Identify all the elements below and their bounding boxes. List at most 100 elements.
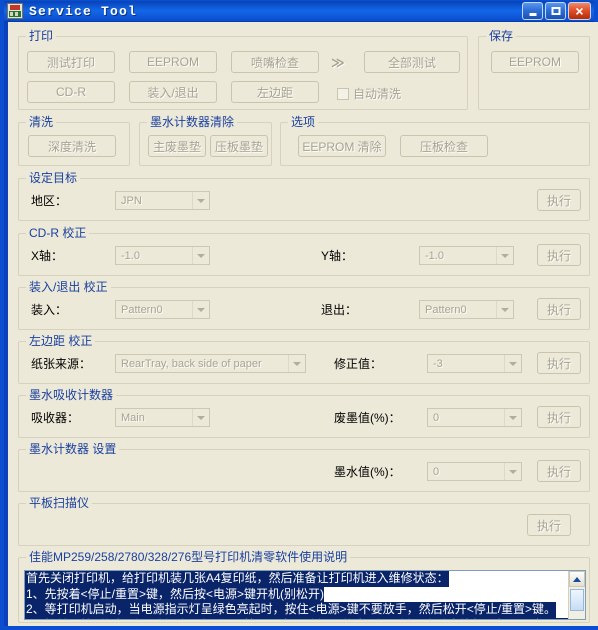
chevron-down-icon <box>504 409 521 426</box>
service-tool-window: Service Tool × 打印 测试打印 EEPROM 喷嘴检查 ≫ 全部测… <box>0 0 598 630</box>
eject-select[interactable]: Pattern0 <box>419 300 514 319</box>
scanner-execute-button[interactable]: 执行 <box>527 514 571 536</box>
set-target-label: 设定目标 <box>26 171 81 185</box>
client-area: 打印 测试打印 EEPROM 喷嘴检查 ≫ 全部测试 CD-R 装入/退出 左边… <box>8 22 598 626</box>
platen-waste-pad-button[interactable]: 压板墨垫 <box>210 135 268 157</box>
title-bar[interactable]: Service Tool × <box>4 0 594 22</box>
load-label: 装入： <box>31 303 68 317</box>
scrollbar-thumb[interactable] <box>570 589 584 611</box>
cdr-x-value: -1.0 <box>121 249 140 262</box>
chevron-down-icon <box>504 355 521 372</box>
flatbed-scanner-group: 平板扫描仪 执行 <box>18 496 590 546</box>
scroll-up-button[interactable] <box>569 571 585 587</box>
close-icon: × <box>575 3 584 19</box>
close-button[interactable]: × <box>568 2 591 20</box>
instructions-group: 佳能MP259/258/2780/328/276型号打印机清零软件使用说明 首先… <box>18 550 590 623</box>
auto-clean-label: 自动清洗 <box>353 87 402 101</box>
load-eject-button[interactable]: 装入/退出 <box>129 81 217 103</box>
save-eeprom-button[interactable]: EEPROM <box>491 51 579 73</box>
cdr-y-select[interactable]: -1.0 <box>419 246 514 265</box>
main-waste-pad-button[interactable]: 主废墨垫 <box>148 135 206 157</box>
cdr-execute-button[interactable]: 执行 <box>537 244 581 266</box>
absorber-label: 吸收器： <box>31 411 80 425</box>
nozzle-check-button[interactable]: 喷嘴检查 <box>231 51 319 73</box>
ink-counter-clear-label: 墨水计数器清除 <box>147 115 238 129</box>
cdr-y-value: -1.0 <box>425 249 444 262</box>
instruction-line: 3、接着再按<停止/重置>键2次，然后同时松开<电源>键和<停止/重置>键，启动… <box>25 617 568 619</box>
instruction-line: 1、先按着<停止/重置>键，然后按<电源>键开机(别松开) <box>25 586 325 602</box>
load-select[interactable]: Pattern0 <box>115 300 210 319</box>
left-margin-calibration-label: 左边距 校正 <box>26 334 96 348</box>
clean-group-label: 清洗 <box>26 115 57 129</box>
options-group-label: 选项 <box>288 115 319 129</box>
set-target-execute-button[interactable]: 执行 <box>537 189 581 211</box>
chevron-down-icon <box>288 355 305 372</box>
clean-group: 清洗 深度清洗 <box>18 115 130 166</box>
eject-label: 退出： <box>321 303 358 317</box>
left-margin-execute-button[interactable]: 执行 <box>537 352 581 374</box>
cdr-button[interactable]: CD-R <box>27 81 115 103</box>
ink-counter-execute-button[interactable]: 执行 <box>537 460 581 482</box>
window-title: Service Tool <box>29 3 138 19</box>
chevron-down-icon <box>192 247 209 264</box>
region-value: JPN <box>121 194 142 207</box>
paper-source-value: RearTray, back side of paper <box>121 357 262 370</box>
save-group: 保存 EEPROM <box>478 29 590 110</box>
instruction-line: 首先关闭打印机，给打印机装几张A4复印纸，然后准备让打印机进入维修状态： <box>25 571 449 587</box>
ink-absorber-counter-label: 墨水吸收计数器 <box>26 388 117 402</box>
chevron-down-icon <box>192 301 209 318</box>
correction-label: 修正值： <box>334 357 383 371</box>
absorber-select[interactable]: Main <box>115 408 210 427</box>
cdr-calibration-group: CD-R 校正 X轴： -1.0 Y轴： -1.0 执行 <box>18 226 590 276</box>
chevron-down-icon <box>496 301 513 318</box>
minimize-button[interactable] <box>522 2 543 20</box>
paper-source-select[interactable]: RearTray, back side of paper <box>115 354 306 373</box>
instructions-textbox[interactable]: 首先关闭打印机，给打印机装几张A4复印纸，然后准备让打印机进入维修状态： 1、先… <box>24 570 586 620</box>
ink-value-select[interactable]: 0 <box>427 462 522 481</box>
ink-counter-setting-label: 墨水计数器 设置 <box>26 442 120 456</box>
checkbox-box <box>337 87 349 100</box>
print-group-label: 打印 <box>26 29 57 43</box>
correction-select[interactable]: -3 <box>427 354 522 373</box>
waste-ink-value: 0 <box>433 411 440 424</box>
load-value: Pattern0 <box>121 303 163 316</box>
left-margin-calibration-group: 左边距 校正 纸张来源： RearTray, back side of pape… <box>18 334 590 384</box>
eeprom-clear-button[interactable]: EEPROM 清除 <box>298 135 386 157</box>
all-test-button[interactable]: 全部测试 <box>364 51 460 73</box>
left-margin-button[interactable]: 左边距 <box>231 81 319 103</box>
printer-icon <box>7 3 23 19</box>
cdr-x-select[interactable]: -1.0 <box>115 246 210 265</box>
deep-clean-button[interactable]: 深度清洗 <box>28 135 116 157</box>
load-eject-calibration-label: 装入/退出 校正 <box>26 280 111 294</box>
load-eject-execute-button[interactable]: 执行 <box>537 298 581 320</box>
caret-up-icon <box>573 576 581 582</box>
save-group-label: 保存 <box>486 29 517 43</box>
window-controls: × <box>522 2 591 20</box>
cdr-y-label: Y轴： <box>321 249 354 263</box>
platen-check-button[interactable]: 压板检查 <box>400 135 488 157</box>
chevron-down-icon <box>504 463 521 480</box>
ink-value-value: 0 <box>433 465 440 478</box>
set-target-group: 设定目标 地区： JPN 执行 <box>18 171 590 221</box>
correction-value: -3 <box>433 357 443 370</box>
auto-clean-checkbox[interactable]: 自动清洗 <box>337 85 401 102</box>
load-eject-calibration-group: 装入/退出 校正 装入： Pattern0 退出： Pattern0 执行 <box>18 280 590 330</box>
ink-absorber-execute-button[interactable]: 执行 <box>537 406 581 428</box>
instructions-text: 首先关闭打印机，给打印机装几张A4复印纸，然后准备让打印机进入维修状态： 1、先… <box>25 571 568 619</box>
test-print-button[interactable]: 测试打印 <box>27 51 115 73</box>
eject-value: Pattern0 <box>425 303 467 316</box>
options-group: 选项 EEPROM 清除 压板检查 <box>280 115 590 166</box>
chevron-down-icon <box>496 247 513 264</box>
region-label: 地区： <box>31 194 68 208</box>
waste-ink-label: 废墨值(%)： <box>334 411 401 425</box>
waste-ink-select[interactable]: 0 <box>427 408 522 427</box>
instructions-scrollbar[interactable] <box>568 571 585 619</box>
ink-absorber-counter-group: 墨水吸收计数器 吸收器： Main 废墨值(%)： 0 执行 <box>18 388 590 438</box>
eeprom-print-button[interactable]: EEPROM <box>129 51 217 73</box>
cdr-x-label: X轴： <box>31 249 64 263</box>
chevron-right-icon: ≫ <box>331 55 345 70</box>
ink-value-label: 墨水值(%)： <box>334 465 401 479</box>
region-select[interactable]: JPN <box>115 191 210 210</box>
maximize-button[interactable] <box>545 2 566 20</box>
ink-counter-setting-group: 墨水计数器 设置 墨水值(%)： 0 执行 <box>18 442 590 492</box>
